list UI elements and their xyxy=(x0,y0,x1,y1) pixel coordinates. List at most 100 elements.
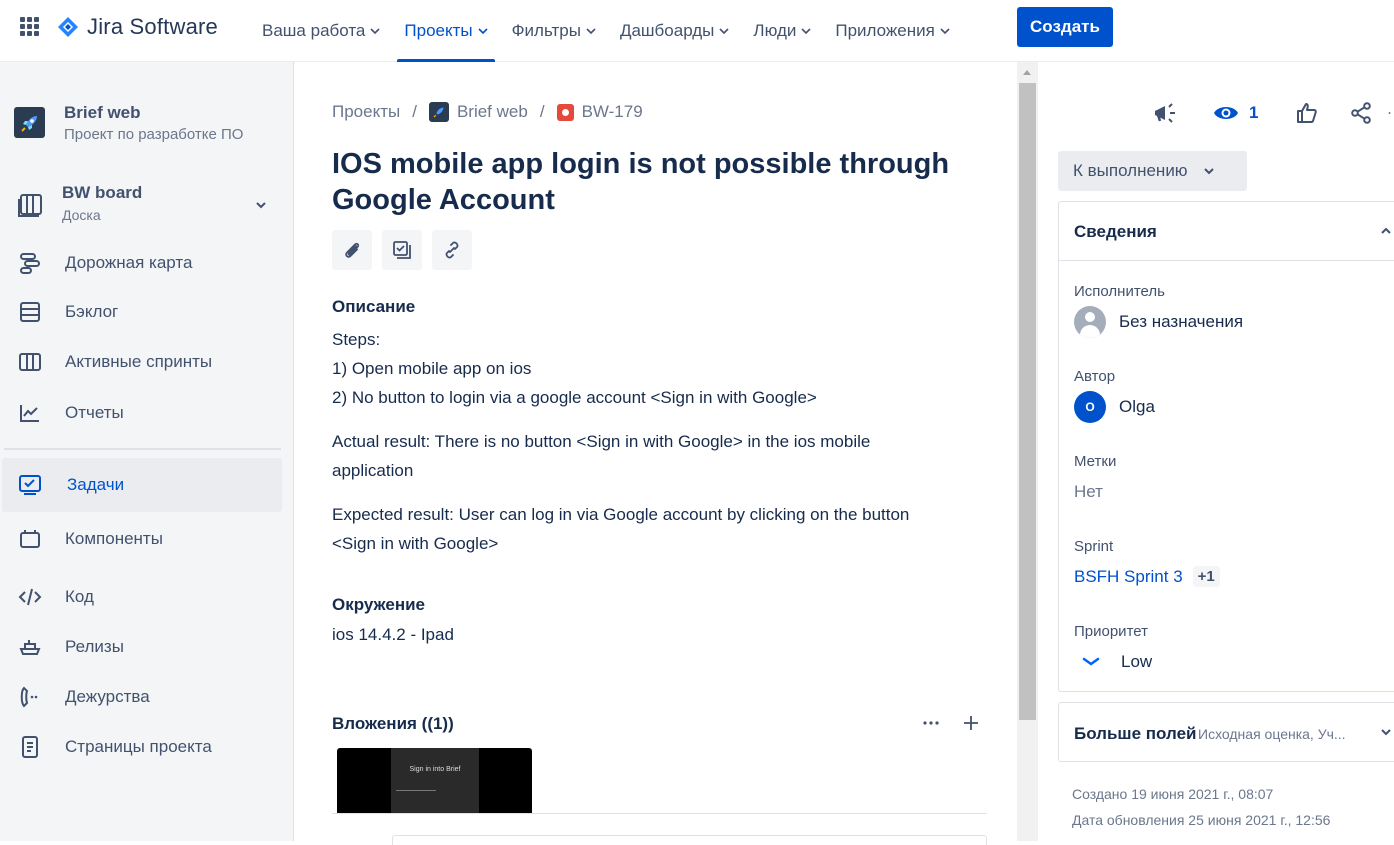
thumbnail-field xyxy=(396,790,436,791)
assignee-label: Исполнитель xyxy=(1074,283,1165,300)
details-panel-header[interactable]: Сведения xyxy=(1059,202,1394,261)
sidebar-item-issues[interactable]: Задачи xyxy=(2,458,282,512)
issues-icon xyxy=(17,472,43,498)
sidebar-item-on-call[interactable]: Дежурства xyxy=(0,670,282,724)
more-actions-button[interactable] xyxy=(1388,98,1394,128)
status-label: К выполнению xyxy=(1073,161,1188,180)
vote-button[interactable] xyxy=(1294,98,1320,128)
description-paragraph: Actual result: There is no button <Sign … xyxy=(332,432,871,480)
nav-dashboards[interactable]: Дашбоарды xyxy=(608,0,741,62)
nav-label: Проекты xyxy=(404,21,473,40)
board-type: Доска xyxy=(62,207,101,223)
project-avatar xyxy=(14,107,45,138)
app-switcher-icon[interactable] xyxy=(20,17,40,37)
feedback-button[interactable] xyxy=(1151,98,1179,128)
nav-projects[interactable]: Проекты xyxy=(392,0,499,62)
breadcrumb-project[interactable]: Brief web xyxy=(457,102,528,122)
created-date: Создано 19 июня 2021 г., 08:07 xyxy=(1072,786,1274,802)
reporter-value: Olga xyxy=(1119,397,1155,416)
sidebar-item-label: Страницы проекта xyxy=(65,737,212,756)
sidebar-item-backlog[interactable]: Бэклог xyxy=(0,285,282,339)
scroll-up-arrow-icon[interactable] xyxy=(1023,70,1031,75)
labels-value[interactable]: Нет xyxy=(1074,482,1103,502)
nav-filters[interactable]: Фильтры xyxy=(500,0,608,62)
share-button[interactable] xyxy=(1348,98,1374,128)
link-issue-button[interactable] xyxy=(432,230,472,270)
nav-label: Приложения xyxy=(835,21,935,40)
sprint-label: Sprint xyxy=(1074,538,1114,555)
avatar: O xyxy=(1074,391,1106,423)
environment-value[interactable]: ios 14.4.2 - Ipad xyxy=(332,625,454,645)
sidebar-item-project-pages[interactable]: Страницы проекта xyxy=(0,720,282,774)
issue-toolbar: 1 xyxy=(1151,98,1394,128)
status-dropdown[interactable]: К выполнению xyxy=(1058,151,1247,191)
attach-button[interactable] xyxy=(332,230,372,270)
components-icon xyxy=(17,526,43,552)
sidebar-item-label: Дежурства xyxy=(65,687,150,706)
sidebar-item-releases[interactable]: Релизы xyxy=(0,620,282,674)
main-nav: Ваша работа Проекты Фильтры Дашбоарды Лю… xyxy=(250,0,962,62)
more-fields-hint: Исходная оценка, Уч... xyxy=(1198,726,1346,742)
sidebar-item-label: Активные спринты xyxy=(65,352,213,371)
breadcrumb: Проекты / Brief web / BW-179 xyxy=(332,102,643,122)
sidebar-item-label: Код xyxy=(65,587,94,606)
sidebar-item-components[interactable]: Компоненты xyxy=(0,512,282,566)
sidebar-item-roadmap[interactable]: Дорожная карта xyxy=(0,236,282,290)
sidebar-item-label: Релизы xyxy=(65,637,124,656)
comment-input[interactable] xyxy=(392,835,987,845)
sprint-more-badge[interactable]: +1 xyxy=(1192,566,1220,587)
add-subtask-button[interactable] xyxy=(382,230,422,270)
attachments-heading: Вложения ((1)) xyxy=(332,714,454,733)
jira-diamond-icon xyxy=(58,17,78,37)
thumbnail-text: Sign in into Brief xyxy=(409,766,461,773)
roadmap-icon xyxy=(17,250,43,276)
releases-icon xyxy=(17,634,43,660)
issue-description[interactable]: Steps: 1) Open mobile app on ios 2) No b… xyxy=(332,325,932,573)
project-header[interactable]: Brief web Проект по разработке ПО xyxy=(14,102,243,146)
chevron-down-icon xyxy=(940,28,950,35)
sidebar-item-reports[interactable]: Отчеты xyxy=(0,386,282,440)
issue-main-content: Проекты / Brief web / BW-179 IOS mobile … xyxy=(295,62,1017,845)
sprint-link[interactable]: BSFH Sprint 3 xyxy=(1074,567,1183,587)
watch-button[interactable] xyxy=(1211,98,1241,128)
on-call-icon xyxy=(17,684,43,710)
sidebar-item-code[interactable]: Код xyxy=(0,570,282,624)
priority-field[interactable]: Low xyxy=(1074,652,1152,672)
breadcrumb-separator: / xyxy=(539,102,545,121)
labels-label: Метки xyxy=(1074,453,1117,470)
create-button[interactable]: Создать xyxy=(1017,7,1113,47)
more-fields-title: Больше полей xyxy=(1074,724,1197,743)
sprint-field: BSFH Sprint 3 +1 xyxy=(1074,566,1220,587)
more-icon[interactable] xyxy=(922,714,940,732)
sidebar-item-label: Отчеты xyxy=(65,403,124,422)
reporter-field[interactable]: O Olga xyxy=(1074,391,1155,423)
board-icon xyxy=(18,194,42,217)
breadcrumb-separator: / xyxy=(412,102,417,121)
issue-title[interactable]: IOS mobile app login is not possible thr… xyxy=(332,146,972,218)
jira-logo[interactable]: Jira Software xyxy=(57,14,218,40)
sidebar-item-label: Компоненты xyxy=(65,529,163,548)
environment-heading: Окружение xyxy=(332,595,426,614)
board-selector[interactable]: BW board Доска xyxy=(0,180,282,230)
thumbs-up-icon xyxy=(1297,103,1318,123)
chevron-down-icon xyxy=(478,28,488,35)
add-icon[interactable] xyxy=(962,714,980,732)
share-icon xyxy=(1351,102,1372,124)
chevron-down-icon xyxy=(1203,168,1214,175)
scrollbar-thumb[interactable] xyxy=(1019,83,1036,720)
attachment-thumbnail[interactable]: Sign in into Brief xyxy=(337,748,532,813)
bug-icon xyxy=(556,103,574,121)
reporter-label: Автор xyxy=(1074,368,1116,385)
nav-apps[interactable]: Приложения xyxy=(823,0,961,62)
assignee-field[interactable]: Без назначения xyxy=(1074,306,1243,338)
more-fields-panel[interactable]: Больше полей Исходная оценка, Уч... xyxy=(1058,702,1394,762)
nav-your-work[interactable]: Ваша работа xyxy=(250,0,392,62)
nav-label: Дашбоарды xyxy=(619,21,715,40)
breadcrumb-projects[interactable]: Проекты xyxy=(332,102,400,122)
description-heading: Описание xyxy=(332,297,416,316)
nav-people[interactable]: Люди xyxy=(741,0,823,62)
breadcrumb-issue-key[interactable]: BW-179 xyxy=(582,102,643,122)
main-scrollbar[interactable] xyxy=(1017,62,1038,841)
chevron-down-icon xyxy=(1381,729,1391,736)
sidebar-item-active-sprints[interactable]: Активные спринты xyxy=(0,335,282,389)
